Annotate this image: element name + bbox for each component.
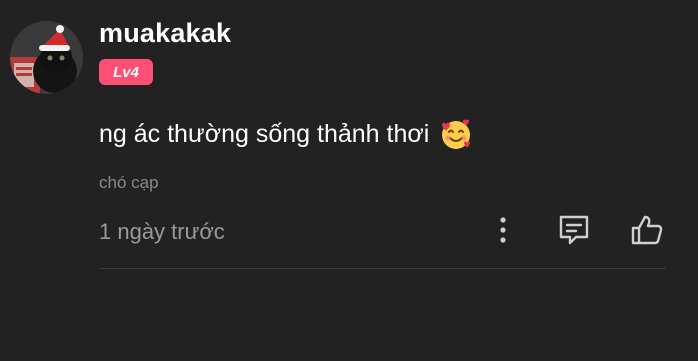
divider [99,268,666,269]
username[interactable]: muakakak [99,18,231,49]
reply-button[interactable] [554,210,594,250]
more-options-button[interactable] [483,210,523,250]
comment-text: ng ác thường sống thảnh thơi [99,119,430,148]
like-button[interactable] [627,210,667,250]
avatar-image [10,21,83,94]
vertical-ellipsis-icon [500,217,506,243]
comment-text-row: ng ác thường sống thảnh thơi [99,117,473,151]
avatar[interactable] [10,21,83,94]
comment-item: muakakak Lv4 ng ác thường sống thảnh thơ… [0,0,698,361]
reply-to-label[interactable]: chó cạp [99,173,159,193]
comment-icon [559,215,589,245]
timestamp: 1 ngày trước [99,219,225,244]
thumbs-up-icon [631,215,663,245]
level-badge: Lv4 [99,59,153,85]
smiling-face-with-hearts-icon [439,117,473,151]
